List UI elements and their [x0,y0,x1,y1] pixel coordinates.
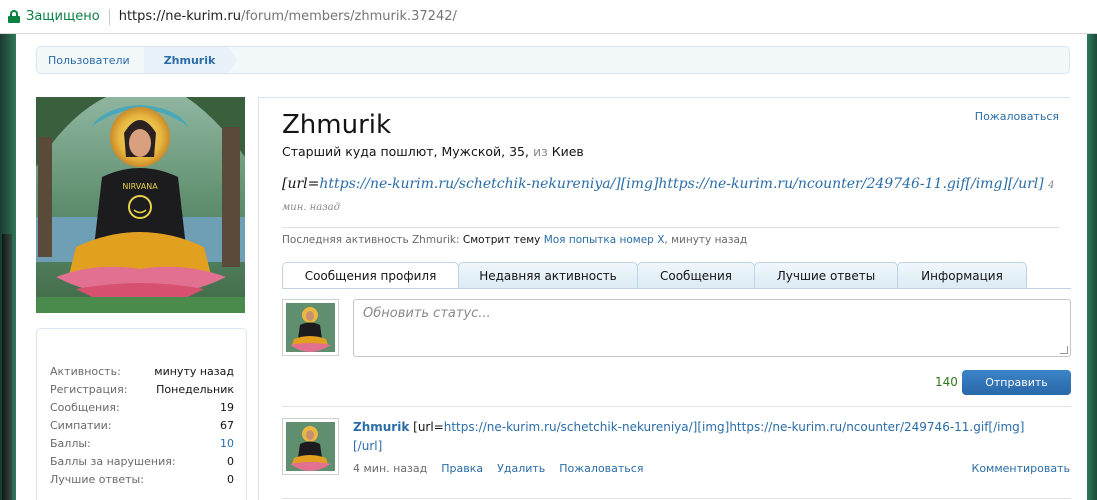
breadcrumb-users[interactable]: Пользователи [37,46,152,74]
post-text-prefix: [url= [413,420,444,434]
address-bar[interactable]: Защищено https://ne-kurim.ru/forum/membe… [0,0,1097,34]
resize-handle-icon[interactable] [1060,346,1068,354]
divider [282,498,1071,499]
tab-recent-activity[interactable]: Недавняя активность [458,262,638,288]
post-delete-link[interactable]: Удалить [497,462,545,475]
post-report-link[interactable]: Пожаловаться [559,462,643,475]
divider [282,227,1060,228]
lock-icon [8,10,20,23]
status-input[interactable]: Обновить статус... [353,299,1071,357]
last-activity-thread-link[interactable]: Моя попытка номер Х [544,234,665,246]
address-separator [108,8,110,25]
profile-post-text: Zhmurik [url=https://ne-kurim.ru/schetch… [353,418,1053,456]
tab-profile-posts[interactable]: Сообщения профиля [282,262,459,289]
avatar-thumb-image [286,303,335,352]
page-content: Пользователи Zhmurik NIRVANA Активность:… [16,34,1087,500]
user-age: 35 [509,144,525,159]
divider [282,406,1071,407]
url-path: /forum/members/zhmurik.37242/ [240,9,457,24]
user-location[interactable]: Киев [552,144,584,159]
from-label: из [532,144,548,159]
user-gender: Мужской [441,144,502,159]
submit-status-button[interactable]: Отправить [962,370,1071,395]
tab-information[interactable]: Информация [897,262,1027,288]
user-title: Старший куда пошлют [282,144,434,159]
stat-likes: Симпатии: 67 [50,419,234,432]
post-author-link[interactable]: Zhmurik [353,420,409,434]
profile-avatar[interactable]: NIRVANA [36,97,245,313]
breadcrumb-current-user[interactable]: Zhmurik [143,47,237,73]
page-background-right [1087,34,1097,500]
last-activity-action: Смотрит тему [462,234,541,246]
user-stats: Активность: минуту назад Регистрация: Поне… [36,328,247,500]
stat-points: Баллы: 10 [50,437,234,450]
page-background-left [0,34,16,500]
svg-text:NIRVANA: NIRVANA [122,182,158,191]
last-activity-label: Последняя активность Zhmurik: [282,234,460,246]
last-activity-time: минуту назад [671,234,748,246]
profile-main-panel: Zhmurik Пожаловаться Старший куда пошлют… [258,97,1071,500]
last-activity: Последняя активность Zhmurik: Смотрит те… [282,234,748,246]
status-link[interactable]: https://ne-kurim.ru/schetchik-nekureniya… [319,176,1043,192]
tab-messages[interactable]: Сообщения [637,262,755,288]
post-author-avatar[interactable] [282,418,339,475]
breadcrumb: Пользователи Zhmurik [36,46,1070,74]
profile-tabs: Сообщения профиля Недавняя активность Со… [282,262,1027,289]
profile-username: Zhmurik [282,110,392,140]
character-counter: 140 [935,375,958,389]
stat-messages: Сообщения: 19 [50,401,234,414]
report-profile-link[interactable]: Пожаловаться [975,110,1059,123]
stat-warning-points: Баллы за нарушения: 0 [50,455,234,468]
composer-avatar[interactable] [282,299,339,356]
points-link[interactable]: 10 [220,437,234,450]
avatar-thumb-image [286,422,335,471]
secure-label: Защищено [26,9,100,24]
stat-registration: Регистрация: Понедельник [50,383,234,396]
stat-best-answers: Лучшие ответы: 0 [50,473,234,486]
status-prefix: [url= [282,176,320,192]
url-host: https://ne-kurim.ru [118,9,241,24]
status-input-placeholder: Обновить статус... [363,306,491,321]
tab-best-answers[interactable]: Лучшие ответы [754,262,898,288]
tabs-underline [282,288,1071,289]
post-edit-link[interactable]: Правка [441,462,483,475]
stat-activity: Активность: минуту назад [50,365,234,378]
post-meta: 4 мин. назад Правка Удалить Пожаловаться [353,462,643,475]
post-text-link[interactable]: https://ne-kurim.ru/schetchik-nekureniya… [353,420,1024,453]
user-status: [url=https://ne-kurim.ru/schetchik-nekur… [282,174,1062,218]
user-title-line: Старший куда пошлют, Мужской, 35, из Кие… [282,144,584,159]
post-time: 4 мин. назад [353,462,428,475]
post-comment-link[interactable]: Комментировать [972,462,1070,475]
